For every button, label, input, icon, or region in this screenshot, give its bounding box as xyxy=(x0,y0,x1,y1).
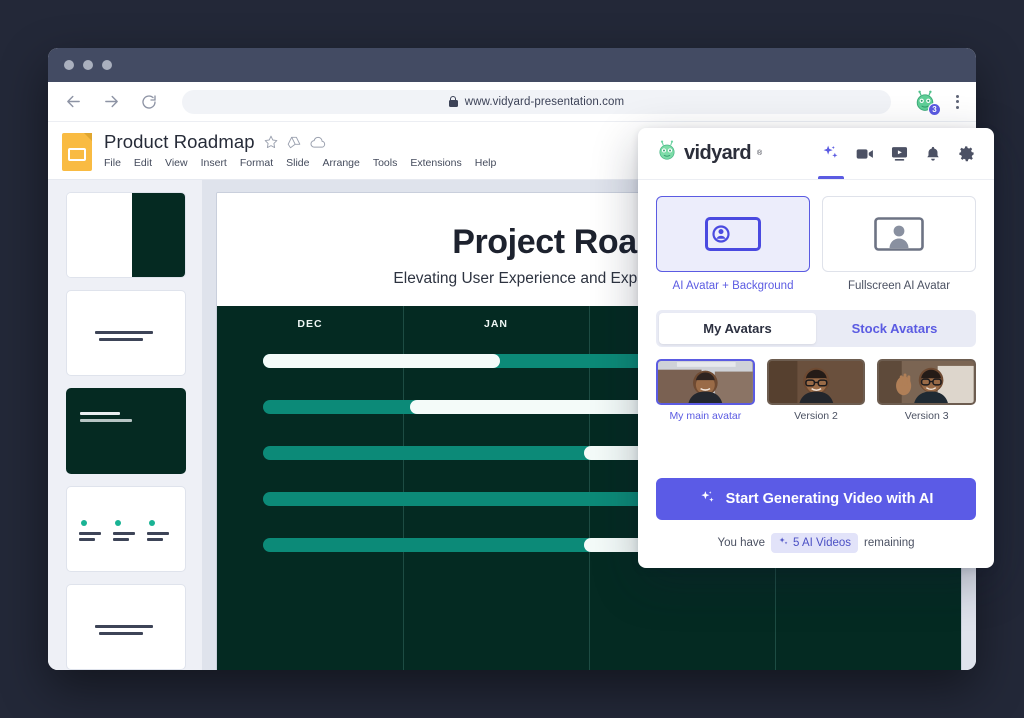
credits-status: You have 5 AI Videos remaining xyxy=(656,520,976,568)
start-generating-video-button[interactable]: Start Generating Video with AI xyxy=(656,478,976,520)
vidyard-logo: vidyard ® xyxy=(656,140,762,167)
menu-extensions[interactable]: Extensions xyxy=(410,157,461,169)
avatar-label-version-3: Version 3 xyxy=(905,410,949,422)
browser-toolbar: www.vidyard-presentation.com 3 xyxy=(48,82,976,122)
avatar-label-version-2: Version 2 xyxy=(794,410,838,422)
avatar-my-main-avatar[interactable]: My main avatar xyxy=(656,359,755,422)
status-badge: 5 AI Videos xyxy=(771,533,858,553)
star-icon[interactable] xyxy=(264,135,278,149)
forward-arrow-icon[interactable] xyxy=(100,91,122,113)
menu-tools[interactable]: Tools xyxy=(373,157,398,169)
window-minimize-dot[interactable] xyxy=(83,60,93,70)
sparkle-icon xyxy=(699,489,716,510)
credits-prefix: You have xyxy=(717,537,765,549)
lock-icon xyxy=(449,96,458,107)
panel-body: AI Avatar + Background Fullscreen AI Ava… xyxy=(638,180,994,568)
sparkle-icon xyxy=(778,536,789,550)
page-title[interactable]: Product Roadmap xyxy=(104,131,255,153)
drive-icon[interactable] xyxy=(287,136,301,149)
tab-my-avatars[interactable]: My Avatars xyxy=(659,313,816,344)
panel-header: vidyard ® xyxy=(638,128,994,180)
fullscreen-avatar-icon xyxy=(822,196,976,272)
avatar-thumbnail xyxy=(877,359,976,405)
google-slides-icon xyxy=(62,133,92,171)
vidyard-extension-icon[interactable]: 3 xyxy=(913,90,937,114)
sparkle-ai-icon[interactable] xyxy=(821,128,840,179)
menu-edit[interactable]: Edit xyxy=(134,157,152,169)
cta-label: Start Generating Video with AI xyxy=(726,491,934,507)
slide-thumb-2[interactable] xyxy=(66,290,186,376)
slide-thumb-5[interactable] xyxy=(66,584,186,670)
axis-tick-dec: DEC xyxy=(217,318,403,344)
tab-stock-avatars[interactable]: Stock Avatars xyxy=(816,313,973,344)
avatar-label-my-main-avatar: My main avatar xyxy=(669,410,741,422)
mode-fullscreen-ai-avatar[interactable]: Fullscreen AI Avatar xyxy=(822,196,976,292)
axis-tick-jan: JAN xyxy=(403,318,589,344)
mode-label-ai-avatar-background: AI Avatar + Background xyxy=(673,280,794,292)
window-close-dot[interactable] xyxy=(64,60,74,70)
avatar-version-2[interactable]: Version 2 xyxy=(767,359,866,422)
slides-menubar: File Edit View Insert Format Slide Arran… xyxy=(104,157,496,169)
menu-format[interactable]: Format xyxy=(240,157,273,169)
reload-icon[interactable] xyxy=(138,91,160,113)
menu-help[interactable]: Help xyxy=(475,157,497,169)
address-bar[interactable]: www.vidyard-presentation.com xyxy=(182,90,891,114)
menu-insert[interactable]: Insert xyxy=(201,157,227,169)
avatar-version-3[interactable]: Version 3 xyxy=(877,359,976,422)
slide-thumb-1[interactable] xyxy=(66,192,186,278)
mode-label-fullscreen-ai-avatar: Fullscreen AI Avatar xyxy=(848,280,950,292)
gear-settings-icon[interactable] xyxy=(957,128,976,179)
slide-thumb-4[interactable] xyxy=(66,486,186,572)
avatar-mode-selector: AI Avatar + Background Fullscreen AI Ava… xyxy=(656,196,976,292)
vidyard-wordmark: vidyard xyxy=(684,142,751,165)
panel-nav-icons xyxy=(821,128,976,179)
slide-filmstrip[interactable] xyxy=(48,180,202,670)
back-arrow-icon[interactable] xyxy=(62,91,84,113)
menu-file[interactable]: File xyxy=(104,157,121,169)
avatar-thumbnail xyxy=(767,359,866,405)
slide-thumb-3[interactable] xyxy=(66,388,186,474)
menu-slide[interactable]: Slide xyxy=(286,157,309,169)
registered-mark: ® xyxy=(757,150,762,157)
credits-count-label: 5 AI Videos xyxy=(793,537,851,549)
url-text: www.vidyard-presentation.com xyxy=(465,96,624,108)
bell-notification-icon[interactable] xyxy=(924,128,942,179)
window-maximize-dot[interactable] xyxy=(102,60,112,70)
credits-suffix: remaining xyxy=(864,537,915,549)
browser-titlebar xyxy=(48,48,976,82)
vidyard-mascot-icon xyxy=(656,140,678,167)
screen-share-icon[interactable] xyxy=(890,128,909,179)
avatar-list: My main avatar xyxy=(656,359,976,422)
menu-arrange[interactable]: Arrange xyxy=(322,157,359,169)
menu-view[interactable]: View xyxy=(165,157,188,169)
avatar-source-tabs: My Avatars Stock Avatars xyxy=(656,310,976,347)
cloud-icon[interactable] xyxy=(310,136,326,149)
extension-badge-count: 3 xyxy=(928,103,941,116)
kebab-menu-icon[interactable] xyxy=(953,95,962,109)
avatar-with-background-icon xyxy=(656,196,810,272)
mode-ai-avatar-background[interactable]: AI Avatar + Background xyxy=(656,196,810,292)
avatar-thumbnail xyxy=(656,359,755,405)
vidyard-ai-panel: vidyard ® xyxy=(638,128,994,568)
video-camera-icon[interactable] xyxy=(855,128,875,179)
